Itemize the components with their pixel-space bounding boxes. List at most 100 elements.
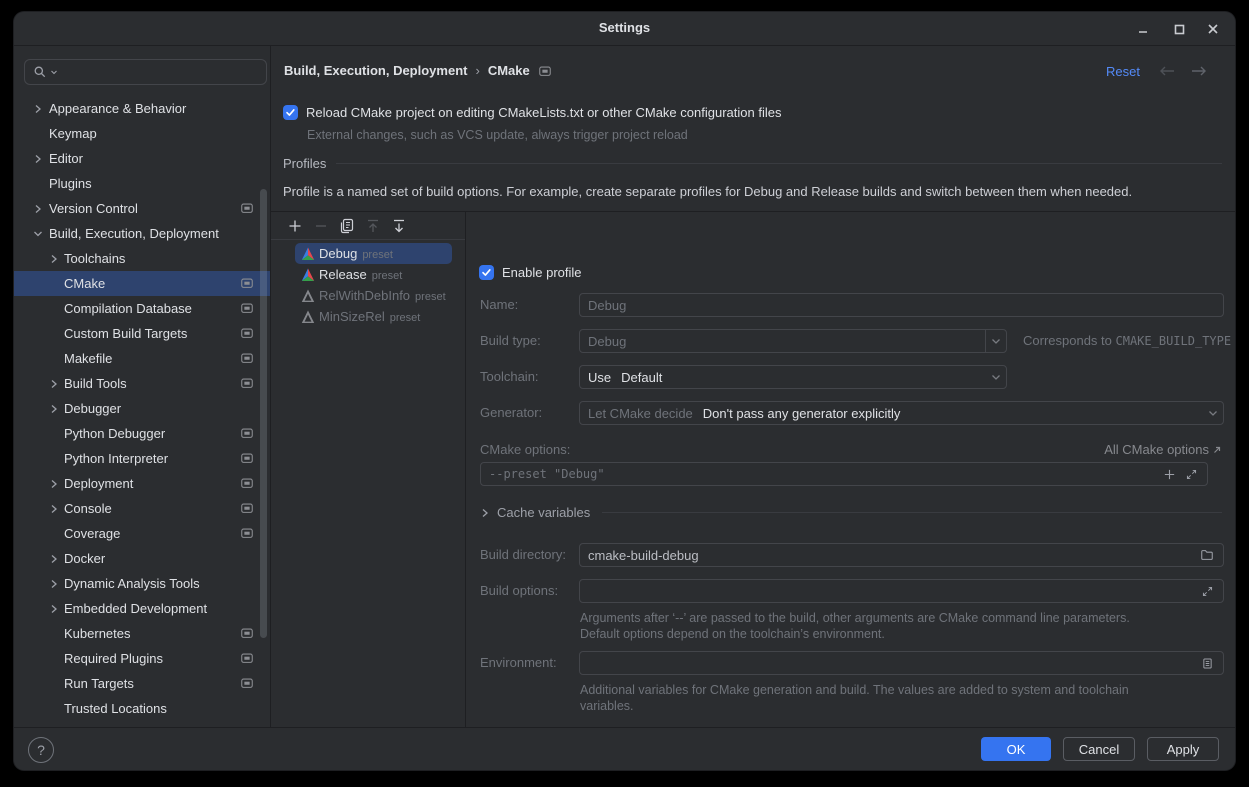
build-type-select[interactable]: Debug [579,329,1007,353]
sidebar-item-plugins[interactable]: Plugins [14,171,270,196]
minimize-button[interactable] [1131,21,1155,37]
maximize-button[interactable] [1167,21,1191,37]
tree-collapse-chevron[interactable] [46,251,62,267]
expand-field-button[interactable] [1199,583,1215,599]
toolchain-label: Toolchain: [480,369,539,384]
close-button[interactable] [1201,21,1225,37]
enable-profile-row[interactable]: Enable profile [479,265,582,280]
profile-item-release[interactable]: Releasepreset [271,264,465,285]
toolchain-select[interactable]: Use Default [579,365,1007,389]
expand-field-button[interactable] [1183,466,1199,482]
breadcrumb-current: CMake [488,63,530,78]
sidebar-item-editor[interactable]: Editor [14,146,270,171]
profile-preset-tag: preset [372,270,403,282]
reload-checkbox-row[interactable]: Reload CMake project on editing CMakeLis… [283,105,781,120]
enable-profile-checkbox[interactable] [479,265,494,280]
profile-item-debug[interactable]: Debugpreset [271,243,465,264]
add-profile-button[interactable] [287,218,303,234]
tree-collapse-chevron[interactable] [46,401,62,417]
cache-variables-section[interactable]: Cache variables [479,505,1222,520]
move-down-button[interactable] [391,218,407,234]
reload-checkbox[interactable] [283,105,298,120]
sidebar-item-build-execution-deployment[interactable]: Build, Execution, Deployment [14,221,270,246]
section-rule [336,163,1222,164]
cmake-profile-icon-disabled [301,289,315,303]
editor-settings-icon [240,376,254,390]
sidebar-item-run-targets[interactable]: Run Targets [14,671,270,696]
tree-collapse-chevron[interactable] [30,201,46,217]
build-directory-label: Build directory: [480,547,566,562]
sidebar-item-docker[interactable]: Docker [14,546,270,571]
name-label: Name: [480,297,518,312]
forward-button[interactable] [1190,64,1208,81]
sidebar-item-console[interactable]: Console [14,496,270,521]
help-button[interactable]: ? [28,737,54,763]
sidebar-scrollbar[interactable] [260,189,267,638]
breadcrumb-parent[interactable]: Build, Execution, Deployment [284,63,467,78]
sidebar-item-label: Plugins [49,176,92,191]
sidebar-item-deployment[interactable]: Deployment [14,471,270,496]
sidebar-item-python-debugger[interactable]: Python Debugger [14,421,270,446]
back-button[interactable] [1158,64,1176,81]
sidebar-item-keymap[interactable]: Keymap [14,121,270,146]
tree-collapse-chevron[interactable] [46,476,62,492]
sidebar-item-compilation-database[interactable]: Compilation Database [14,296,270,321]
editor-settings-icon[interactable] [538,64,552,78]
sidebar-item-custom-build-targets[interactable]: Custom Build Targets [14,321,270,346]
sidebar-item-toolchains[interactable]: Toolchains [14,246,270,271]
sidebar-item-version-control[interactable]: Version Control [14,196,270,221]
all-cmake-options-link[interactable]: All CMake options [1104,442,1222,457]
tree-collapse-chevron[interactable] [30,101,46,117]
search-input[interactable] [24,59,267,85]
browse-folder-button[interactable] [1199,547,1215,563]
build-directory-field[interactable]: cmake-build-debug [579,543,1224,567]
cancel-button[interactable]: Cancel [1063,737,1135,761]
sidebar-item-debugger[interactable]: Debugger [14,396,270,421]
sidebar-item-cmake[interactable]: CMake [14,271,270,296]
generator-value: Don't pass any generator explicitly [703,406,901,421]
reset-link[interactable]: Reset [1106,64,1140,79]
sidebar-item-trusted-locations[interactable]: Trusted Locations [14,696,270,721]
sidebar-item-label: Required Plugins [64,651,163,666]
environment-field[interactable] [579,651,1224,675]
sidebar-item-makefile[interactable]: Makefile [14,346,270,371]
tree-collapse-chevron[interactable] [46,601,62,617]
sidebar-item-dynamic-analysis-tools[interactable]: Dynamic Analysis Tools [14,571,270,596]
build-directory-value: cmake-build-debug [588,548,699,563]
generator-select[interactable]: Let CMake decide Don't pass any generato… [579,401,1224,425]
name-field[interactable]: Debug [579,293,1224,317]
sidebar-item-coverage[interactable]: Coverage [14,521,270,546]
profile-preset-tag: preset [362,249,393,261]
copy-profile-button[interactable] [339,218,355,234]
section-rule [602,512,1222,513]
profile-item-relwithdebinfo[interactable]: RelWithDebInfopreset [271,285,465,306]
tree-collapse-chevron[interactable] [46,576,62,592]
sidebar-item-appearance-behavior[interactable]: Appearance & Behavior [14,96,270,121]
edit-variables-button[interactable] [1199,655,1215,671]
ok-button[interactable]: OK [981,737,1051,761]
tree-collapse-chevron[interactable] [46,376,62,392]
apply-button[interactable]: Apply [1147,737,1219,761]
sidebar-item-python-interpreter[interactable]: Python Interpreter [14,446,270,471]
checkmark-icon [481,267,492,278]
cmake-profile-icon [301,247,315,261]
editor-settings-icon [240,451,254,465]
sidebar-item-build-tools[interactable]: Build Tools [14,371,270,396]
tree-collapse-chevron[interactable] [46,551,62,567]
breadcrumb: Build, Execution, Deployment › CMake [284,63,552,78]
sidebar-item-embedded-development[interactable]: Embedded Development [14,596,270,621]
tree-expand-chevron[interactable] [30,226,46,242]
chevron-right-icon [48,253,60,265]
sidebar-item-required-plugins[interactable]: Required Plugins [14,646,270,671]
editor-settings-icon [240,301,254,315]
profile-item-minsizerel[interactable]: MinSizeRelpreset [271,306,465,327]
build-options-field[interactable] [579,579,1224,603]
move-up-button[interactable] [365,218,381,234]
sidebar-item-label: Console [64,501,112,516]
tree-collapse-chevron[interactable] [30,151,46,167]
cmake-options-field[interactable]: --preset "Debug" [480,462,1208,486]
remove-profile-button[interactable] [313,218,329,234]
sidebar-item-kubernetes[interactable]: Kubernetes [14,621,270,646]
tree-collapse-chevron[interactable] [46,501,62,517]
add-option-button[interactable] [1161,466,1177,482]
